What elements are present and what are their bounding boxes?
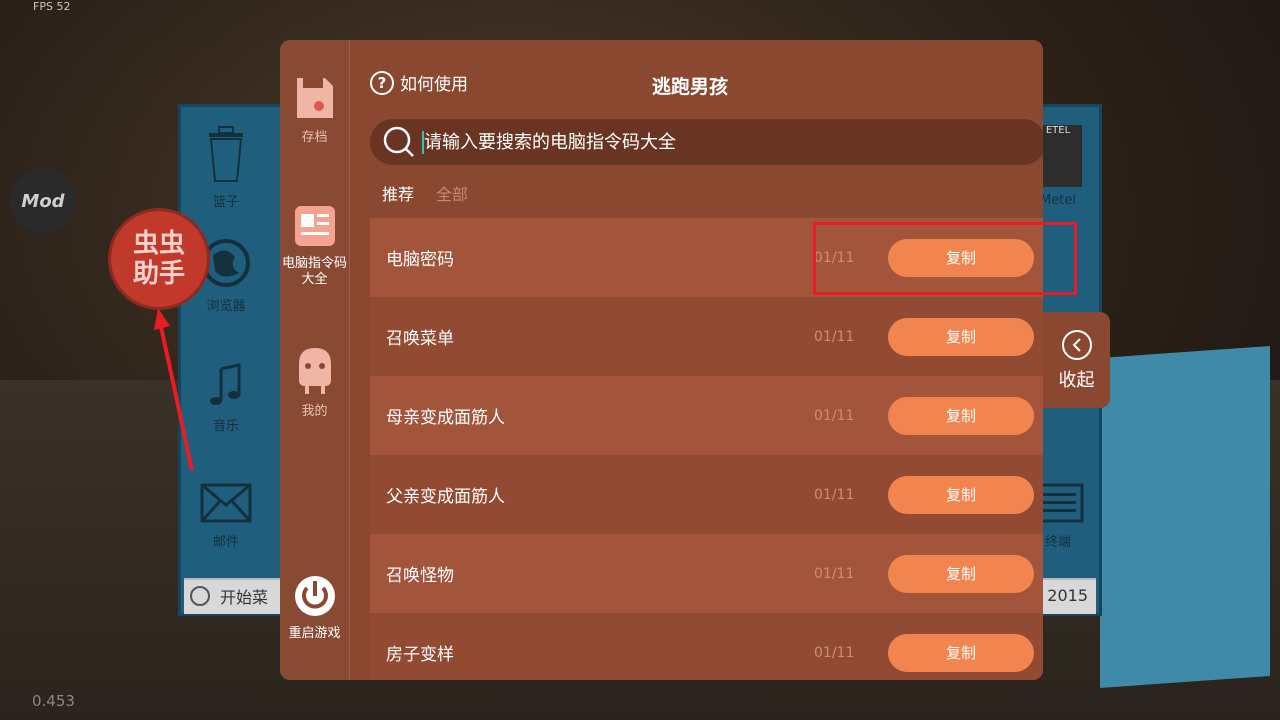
search-input[interactable]	[422, 130, 986, 154]
sidebar-item-commands[interactable]: 电脑指令码大全	[280, 204, 349, 288]
mail-icon	[200, 483, 252, 523]
command-date: 01/11	[814, 407, 855, 424]
command-name: 电脑密码	[386, 250, 454, 270]
start-icon	[190, 586, 210, 606]
coordinate-readout: 0.453	[32, 692, 75, 710]
start-menu: 开始菜	[190, 584, 268, 608]
profile-icon	[298, 348, 331, 394]
fps-counter: FPS 52	[33, 0, 71, 13]
sidebar-item-mine[interactable]: 我的	[280, 346, 349, 420]
chevron-left-icon	[1061, 330, 1092, 360]
list-item: 父亲变成面筋人 01/11 复制	[370, 455, 1043, 534]
power-icon	[294, 576, 335, 616]
command-name: 召唤怪物	[386, 566, 454, 586]
panel-sidebar: 存档 电脑指令码大全 我的 重启游戏	[280, 40, 350, 680]
panel-content: ? 如何使用 逃跑男孩 推荐 全部 电脑密码 01/11 复制 召唤菜单 01/…	[350, 40, 1043, 680]
background-window	[1100, 346, 1270, 688]
list-item: 母亲变成面筋人 01/11 复制	[370, 376, 1043, 455]
sidebar-item-restart[interactable]: 重启游戏	[280, 574, 349, 642]
command-name: 房子变样	[386, 645, 454, 665]
command-date: 01/11	[814, 644, 855, 661]
page-title: 逃跑男孩	[651, 76, 728, 98]
desktop-icon-basket: 篮子	[181, 125, 271, 210]
red-highlight-box	[813, 222, 1077, 295]
tab-all[interactable]: 全部	[436, 181, 468, 205]
collapse-button[interactable]: 收起	[1043, 312, 1110, 408]
assistant-float-button[interactable]: 虫虫助手	[108, 208, 210, 310]
command-date: 01/11	[814, 565, 855, 582]
command-name: 父亲变成面筋人	[386, 487, 505, 507]
command-name: 母亲变成面筋人	[386, 408, 505, 428]
list-item: 房子变样 01/11 复制	[370, 613, 1043, 680]
list-item: 召唤怪物 01/11 复制	[370, 534, 1043, 613]
save-icon	[296, 78, 333, 118]
copy-button[interactable]: 复制	[888, 633, 1034, 672]
trash-icon	[209, 126, 243, 182]
search-bar	[370, 119, 1043, 165]
command-name: 召唤菜单	[386, 329, 454, 349]
list-item: 召唤菜单 01/11 复制	[370, 297, 1043, 376]
tab-bar: 推荐 全部	[382, 181, 468, 205]
taskbar-year: 2015	[1047, 586, 1088, 605]
copy-button[interactable]: 复制	[888, 317, 1034, 356]
search-icon	[383, 126, 414, 157]
mod-button[interactable]: Mod	[10, 168, 76, 234]
copy-button[interactable]: 复制	[888, 554, 1034, 593]
desktop-icon-mail: 邮件	[181, 481, 271, 550]
command-date: 01/11	[814, 486, 855, 503]
red-arrow-annotation	[154, 308, 194, 471]
assistant-label: 虫虫助手	[132, 229, 185, 289]
tab-recommended[interactable]: 推荐	[382, 181, 414, 205]
music-note-icon	[210, 363, 241, 405]
article-icon	[294, 206, 335, 246]
collapse-label: 收起	[1058, 370, 1095, 391]
copy-button[interactable]: 复制	[888, 475, 1034, 514]
command-date: 01/11	[814, 328, 855, 345]
copy-button[interactable]: 复制	[888, 396, 1034, 435]
command-panel: 存档 电脑指令码大全 我的 重启游戏 ? 如何使用 逃跑男孩 请输入要搜索的电脑…	[280, 40, 1043, 680]
sidebar-item-save[interactable]: 存档	[280, 74, 349, 146]
